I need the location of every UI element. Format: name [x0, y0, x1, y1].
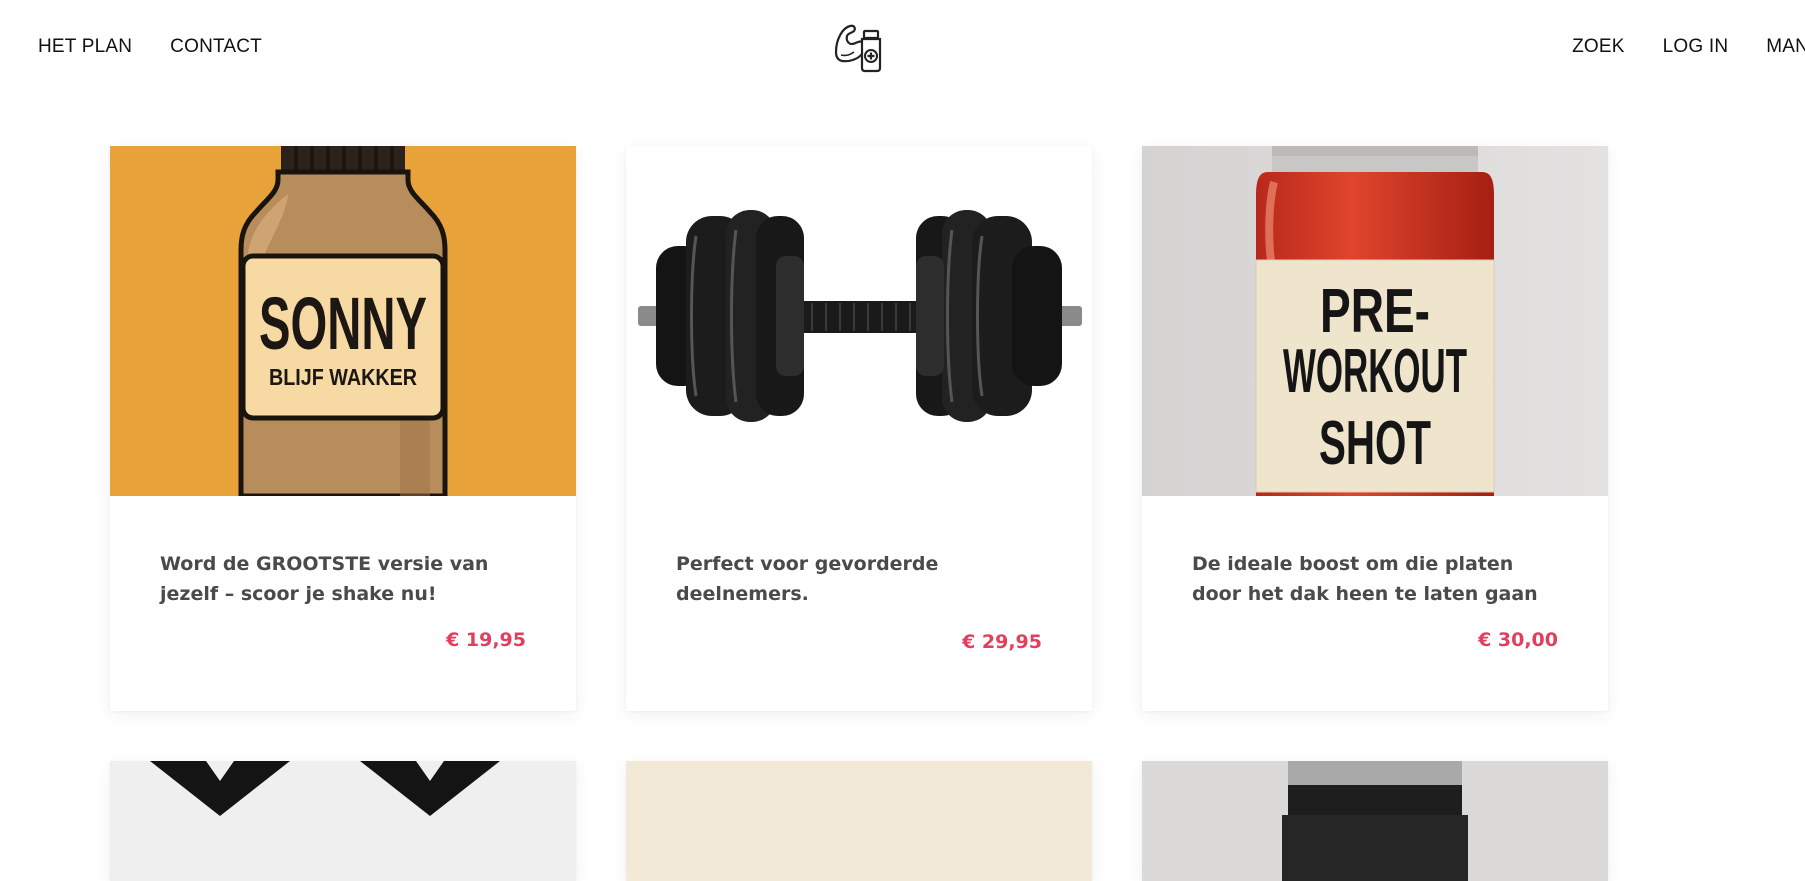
- product-image-straps[interactable]: [110, 761, 576, 881]
- bottle-label-subtitle: BLIJF WAKKER: [269, 364, 417, 390]
- product-description: Perfect voor gevorderde deelnemers.: [676, 553, 939, 605]
- nav-log-in[interactable]: LOG IN: [1663, 36, 1729, 58]
- product-card[interactable]: [626, 761, 1092, 881]
- product-image-preworkout[interactable]: PRE- WORKOUT SHOT: [1142, 146, 1608, 496]
- product-description: De ideale boost om die platen door het d…: [1192, 553, 1538, 605]
- product-card[interactable]: [110, 761, 576, 881]
- product-card-body: De ideale boost om die platen door het d…: [1142, 496, 1608, 711]
- product-price: € 19,95: [446, 629, 526, 651]
- product-card[interactable]: SONNY BLIJF WAKKER Word de GROOTSTE vers…: [110, 146, 576, 711]
- nav-het-plan[interactable]: HET PLAN: [38, 36, 132, 58]
- site-logo-icon[interactable]: [832, 22, 886, 74]
- product-card[interactable]: Perfect voor gevorderde deelnemers. € 29…: [626, 146, 1092, 711]
- bottle-label-line2: WORKOUT: [1283, 337, 1467, 406]
- nav-left: HET PLAN CONTACT: [38, 36, 262, 58]
- product-description: Word de GROOTSTE versie van jezelf – sco…: [160, 553, 489, 605]
- product-card-body: Word de GROOTSTE versie van jezelf – sco…: [110, 496, 576, 711]
- bottle-label-line3: SHOT: [1319, 409, 1431, 478]
- product-image-dumbbell[interactable]: [626, 146, 1092, 496]
- product-image-sonny[interactable]: SONNY BLIJF WAKKER: [110, 146, 576, 496]
- product-image-shaker[interactable]: [1142, 761, 1608, 881]
- product-price: € 29,95: [962, 631, 1042, 653]
- product-card-body: Perfect voor gevorderde deelnemers. € 29…: [626, 496, 1092, 711]
- nav-right: ZOEK LOG IN MAND: [1572, 36, 1805, 58]
- product-card[interactable]: [1142, 761, 1608, 881]
- product-card[interactable]: PRE- WORKOUT SHOT De ideale boost om die…: [1142, 146, 1608, 711]
- site-header: HET PLAN CONTACT ZOEK LOG IN MAND: [0, 0, 1805, 92]
- product-grid: SONNY BLIJF WAKKER Word de GROOTSTE vers…: [110, 146, 1608, 881]
- product-image-cream[interactable]: [626, 761, 1092, 881]
- nav-zoek[interactable]: ZOEK: [1572, 36, 1625, 58]
- bottle-label-title: SONNY: [259, 282, 427, 365]
- nav-contact[interactable]: CONTACT: [170, 36, 262, 58]
- bottle-label-line1: PRE-: [1320, 277, 1430, 346]
- nav-mand[interactable]: MAND: [1766, 36, 1805, 58]
- product-price: € 30,00: [1478, 629, 1558, 651]
